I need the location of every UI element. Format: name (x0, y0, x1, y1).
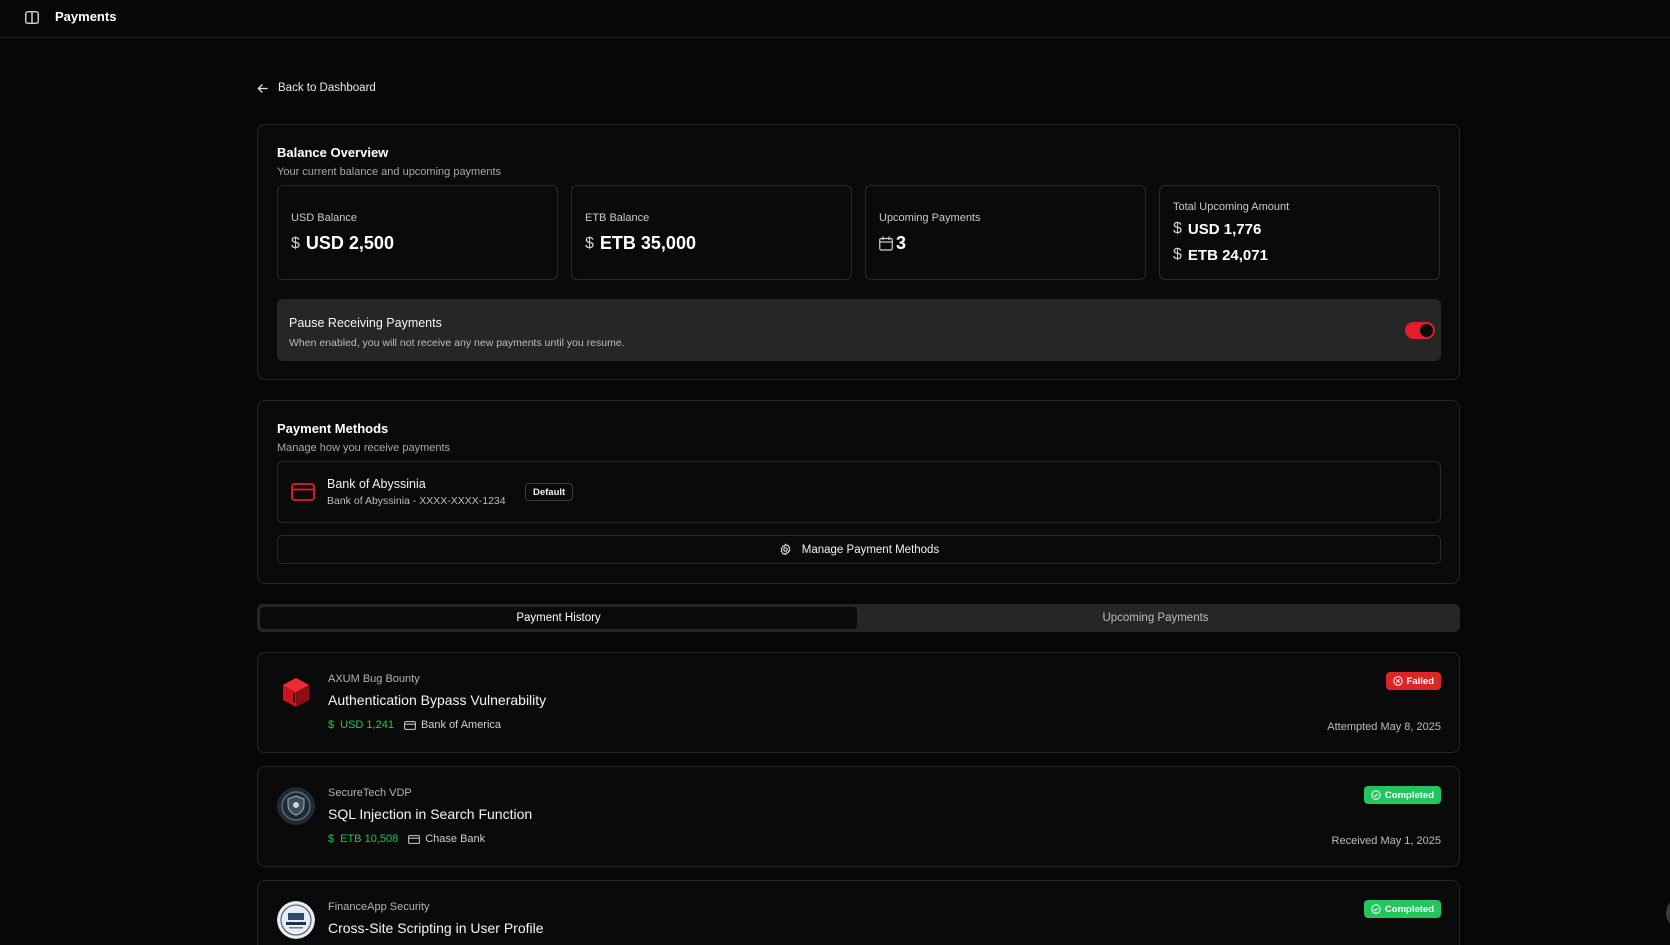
upcoming-usd-value: $ USD 1,776 (1173, 220, 1261, 238)
status-badge-completed: Completed (1363, 786, 1441, 804)
dollar-icon: $ (1173, 246, 1182, 263)
balance-overview-card: Balance Overview Your current balance an… (257, 124, 1460, 380)
payment-methods-title: Payment Methods (277, 421, 389, 436)
payment-date: Attempted May 8, 2025 (1327, 721, 1441, 733)
stat-value: 3 (896, 233, 907, 253)
total-upcoming-amount-card: Total Upcoming Amount $ USD 1,776 $ ETB … (1159, 185, 1440, 280)
credit-card-icon (404, 720, 416, 730)
stat-value: USD 1,776 (1187, 220, 1262, 238)
bank-name: Chase Bank (425, 833, 486, 845)
amount-value: ETB 10,508 (340, 833, 399, 845)
payment-date: Received May 1, 2025 (1331, 835, 1441, 847)
payment-history-item[interactable]: SecureTech VDP SQL Injection in Search F… (257, 766, 1460, 867)
manage-payment-methods-button[interactable]: Manage Payment Methods (277, 535, 1441, 564)
bank-name: Bank of America (420, 719, 502, 731)
status-label: Completed (1384, 903, 1434, 915)
payment-method-detail: Bank of Abyssinia - XXXX-XXXX-1234 (327, 495, 506, 507)
status-label: Completed (1384, 789, 1434, 801)
payment-amount: $ ETB 10,508 (328, 833, 398, 845)
x-circle-icon (1392, 676, 1403, 686)
calendar-icon (879, 236, 893, 251)
sidebar-toggle-icon[interactable] (24, 9, 40, 25)
top-bar: Payments (0, 0, 1670, 38)
pause-payments-toggle[interactable] (1405, 322, 1435, 339)
payment-meta: $ ETB 10,508 Chase Bank (328, 833, 485, 845)
upcoming-etb-value: $ ETB 24,071 (1173, 246, 1268, 264)
stat-label: Upcoming Payments (879, 212, 981, 224)
stat-value: USD 2,500 (305, 233, 394, 253)
tab-payment-history[interactable]: Payment History (260, 607, 857, 629)
status-badge-completed: Completed (1363, 900, 1441, 918)
pause-payments-panel: Pause Receiving Payments When enabled, y… (277, 299, 1441, 361)
floating-avatar[interactable] (1666, 900, 1670, 926)
credit-card-icon (408, 834, 421, 844)
status-label: Failed (1406, 675, 1434, 687)
default-badge: Default (525, 483, 574, 501)
payment-amount: $ USD 1,241 (328, 719, 394, 731)
back-link-label: Back to Dashboard (278, 82, 376, 94)
payment-method-item[interactable]: Bank of Abyssinia Bank of Abyssinia - XX… (277, 461, 1441, 523)
usd-balance-value: $ USD 2,500 (291, 233, 394, 254)
pause-payments-description: When enabled, you will not receive any n… (289, 337, 625, 349)
status-badge-failed: Failed (1385, 672, 1441, 690)
usd-balance-card: USD Balance $ USD 2,500 (277, 185, 558, 280)
payments-tabs: Payment History Upcoming Payments (257, 604, 1460, 632)
axum-logo-icon (277, 673, 315, 711)
payment-history-item[interactable]: FinanceApp Security Cross-Site Scripting… (257, 880, 1460, 945)
financeapp-logo-icon (277, 901, 315, 939)
pause-payments-title: Pause Receiving Payments (289, 316, 442, 330)
dollar-icon: $ (585, 234, 594, 252)
securetech-logo-icon (277, 787, 315, 825)
payment-title: Authentication Bypass Vulnerability (328, 692, 547, 708)
etb-balance-value: $ ETB 35,000 (585, 233, 696, 254)
back-to-dashboard-link[interactable]: Back to Dashboard (257, 82, 376, 94)
payment-meta: $ USD 1,241 Bank of America (328, 719, 501, 731)
payment-bank: Bank of America (404, 719, 501, 731)
check-circle-icon (1371, 904, 1381, 914)
amount-value: USD 1,241 (340, 719, 394, 731)
dollar-icon: $ (328, 833, 335, 845)
payment-program: FinanceApp Security (328, 901, 430, 913)
upcoming-payments-card: Upcoming Payments 3 (865, 185, 1146, 280)
page-title: Payments (55, 9, 117, 24)
payment-methods-subtitle: Manage how you receive payments (277, 442, 451, 454)
stat-label: Total Upcoming Amount (1173, 201, 1290, 213)
dollar-icon: $ (328, 719, 335, 731)
credit-card-icon (291, 483, 315, 501)
check-circle-icon (1371, 790, 1381, 800)
stat-value: ETB 24,071 (1187, 246, 1268, 264)
gear-icon (780, 543, 791, 556)
balance-overview-title: Balance Overview (277, 145, 389, 160)
arrow-left-icon (257, 83, 268, 93)
payment-method-name: Bank of Abyssinia (327, 477, 426, 491)
toggle-knob (1420, 324, 1433, 337)
balance-overview-subtitle: Your current balance and upcoming paymen… (277, 166, 502, 178)
payment-title: SQL Injection in Search Function (328, 806, 533, 822)
upcoming-payments-value: 3 (879, 233, 906, 254)
stat-label: USD Balance (291, 212, 358, 224)
stat-label: ETB Balance (585, 212, 650, 224)
payment-title: Cross-Site Scripting in User Profile (328, 920, 544, 936)
payment-history-item[interactable]: AXUM Bug Bounty Authentication Bypass Vu… (257, 652, 1460, 753)
dollar-icon: $ (291, 234, 300, 252)
payment-bank: Chase Bank (408, 833, 485, 845)
manage-button-label: Manage Payment Methods (801, 543, 940, 556)
stat-value: ETB 35,000 (599, 233, 696, 253)
tab-upcoming-payments[interactable]: Upcoming Payments (857, 607, 1454, 629)
payment-methods-card: Payment Methods Manage how you receive p… (257, 400, 1460, 584)
dollar-icon: $ (1173, 220, 1182, 237)
payment-program: SecureTech VDP (328, 787, 412, 799)
etb-balance-card: ETB Balance $ ETB 35,000 (571, 185, 852, 280)
payment-program: AXUM Bug Bounty (328, 673, 420, 685)
